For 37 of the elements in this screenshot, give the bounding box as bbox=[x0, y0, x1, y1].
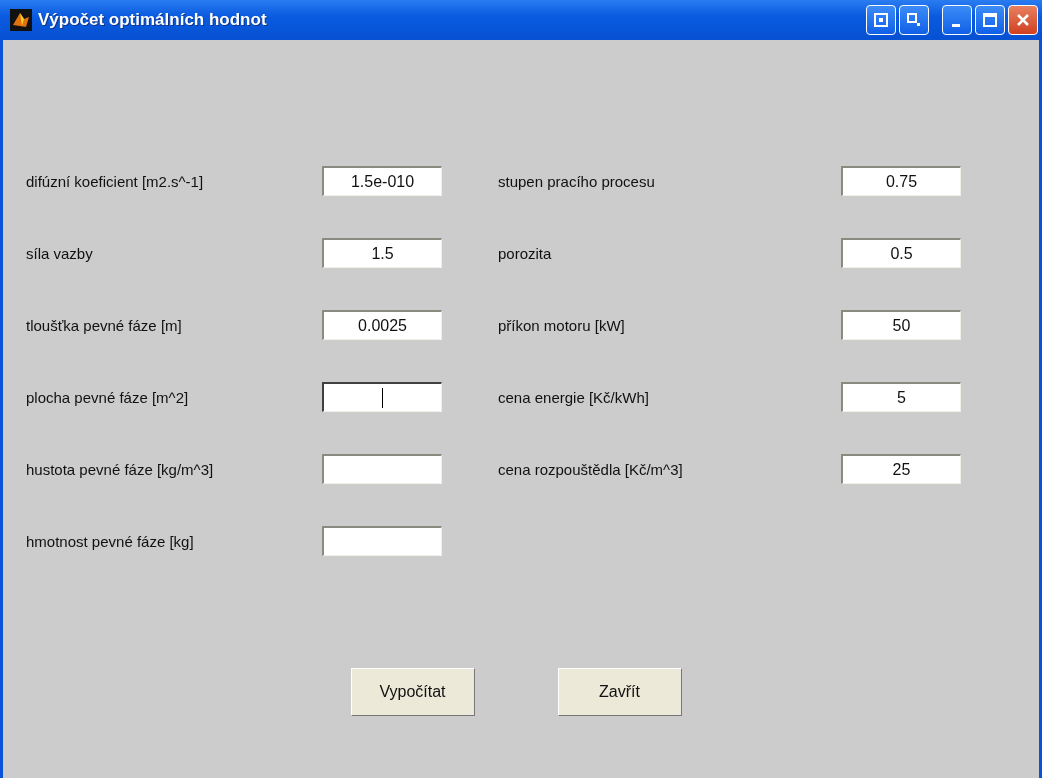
input-field[interactable] bbox=[322, 526, 442, 556]
minimize-button[interactable] bbox=[942, 5, 972, 35]
input-field[interactable] bbox=[322, 454, 442, 484]
action-button[interactable]: Zavřít bbox=[557, 668, 682, 716]
input-field[interactable]: 25 bbox=[841, 454, 961, 484]
input-field[interactable]: 1.5e-010 bbox=[322, 166, 442, 196]
text-cursor bbox=[381, 387, 384, 408]
dock-button[interactable] bbox=[866, 5, 896, 35]
field-label: difúzní koeficient [m2.s^-1] bbox=[26, 172, 205, 190]
field-label: tloušťka pevné fáze [m] bbox=[26, 316, 183, 334]
undock-icon bbox=[907, 13, 921, 27]
dock-icon bbox=[874, 13, 888, 27]
window-title: Výpočet optimálních hodnot bbox=[38, 10, 268, 30]
input-field[interactable]: 0.0025 bbox=[322, 310, 442, 340]
close-icon bbox=[1016, 13, 1030, 27]
input-field[interactable]: 5 bbox=[841, 382, 961, 412]
field-label: síla vazby bbox=[26, 244, 94, 262]
input-field[interactable]: 0.75 bbox=[841, 166, 961, 196]
maximize-button[interactable] bbox=[975, 5, 1005, 35]
field-label: hustota pevné fáze [kg/m^3] bbox=[26, 460, 215, 478]
field-label: stupen pracího procesu bbox=[498, 172, 656, 190]
field-label: cena rozpouštědla [Kč/m^3] bbox=[498, 460, 684, 478]
app-icon bbox=[10, 9, 32, 31]
input-field[interactable]: 0.5 bbox=[841, 238, 961, 268]
field-label: příkon motoru [kW] bbox=[498, 316, 626, 334]
undock-button[interactable] bbox=[899, 5, 929, 35]
maximize-icon bbox=[983, 13, 997, 27]
field-label: cena energie [Kč/kWh] bbox=[498, 388, 650, 406]
action-button[interactable]: Vypočítat bbox=[350, 668, 475, 716]
input-field[interactable]: 1.5 bbox=[322, 238, 442, 268]
input-field[interactable] bbox=[322, 382, 442, 412]
field-label: hmotnost pevné fáze [kg] bbox=[26, 532, 195, 550]
field-label: plocha pevné fáze [m^2] bbox=[26, 388, 190, 406]
field-label: porozita bbox=[498, 244, 553, 262]
minimize-icon bbox=[951, 23, 960, 27]
input-field[interactable]: 50 bbox=[841, 310, 961, 340]
close-button[interactable] bbox=[1008, 5, 1038, 35]
